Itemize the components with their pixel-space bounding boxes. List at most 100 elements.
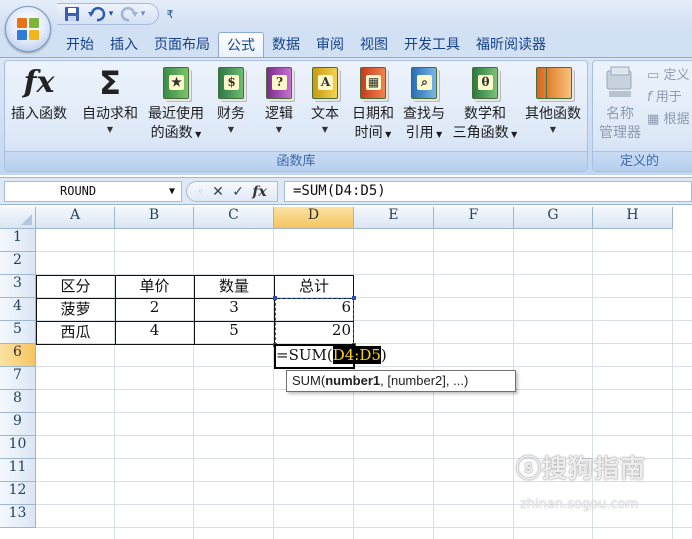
cell-edit-text[interactable]: =SUM(D4:D5) (276, 346, 387, 367)
lookup-reference-button[interactable]: ⌕ 查找与 引用 ▼ (399, 65, 449, 144)
row-header[interactable]: 9 (0, 413, 36, 436)
column-header[interactable]: A (36, 207, 115, 229)
column-header[interactable]: D (274, 207, 354, 229)
text-button[interactable]: A 文本 ▼ (303, 65, 347, 136)
cell-a4[interactable]: 菠萝 (36, 298, 115, 321)
select-all-button[interactable] (0, 207, 36, 229)
tab-4[interactable]: 公式 (218, 32, 264, 58)
ribbon-tabs: 开始 插入 页面布局 公式 数据 审阅 视图 开发工具 福昕阅读器 (58, 32, 554, 58)
edit-suffix: ) (380, 346, 387, 364)
formula-input[interactable]: =SUM(D4:D5) (284, 181, 692, 202)
cell-c3[interactable]: 数量 (194, 275, 274, 298)
marquee-handle[interactable] (352, 296, 356, 300)
tooltip-arg1[interactable]: number1 (325, 373, 380, 388)
cell-d3[interactable]: 总计 (274, 275, 354, 298)
row-header[interactable]: 7 (0, 367, 36, 390)
sigma-icon: Σ (99, 64, 121, 102)
column-header[interactable]: E (354, 207, 434, 229)
gridline (672, 229, 673, 539)
name-box[interactable]: ROUND ▼ (4, 181, 182, 202)
financial-button[interactable]: $ 财务 ▼ (209, 65, 253, 136)
autosum-button[interactable]: Σ 自动求和 ▼ (77, 65, 143, 136)
tab-8[interactable]: 开发工具 (396, 32, 468, 58)
tab-6[interactable]: 审阅 (308, 32, 352, 58)
defined-names-label: 定义的 (593, 151, 692, 171)
datetime-button[interactable]: ▦ 日期和 时间 ▼ (347, 65, 399, 144)
function-library-group: fx 插入函数 Σ 自动求和 ▼ ★ 最近使用 的函数 ▼ $ 财务 ▼ ? 逻… (4, 60, 588, 172)
math-trig-button[interactable]: θ 数学和 三角函数 ▼ (449, 65, 521, 144)
column-header[interactable]: F (434, 207, 514, 229)
row-header[interactable]: 6 (0, 344, 36, 367)
tab-7[interactable]: 视图 (352, 32, 396, 58)
name-manager-button[interactable]: 名称 管理器 (595, 65, 645, 143)
create-from-selection-button[interactable]: ▦ 根据 (647, 109, 689, 131)
cell-b3[interactable]: 单价 (115, 275, 194, 298)
cell-a5[interactable]: 西瓜 (36, 321, 115, 344)
insert-function-icon[interactable]: fx (252, 184, 266, 200)
edit-prefix: =SUM( (276, 346, 333, 364)
tooltip-rest: , [number2], ...) (380, 373, 469, 388)
more-functions-books-icon (536, 65, 572, 101)
gridline (36, 527, 692, 528)
fx-icon: fx (23, 65, 55, 100)
row-header[interactable]: 5 (0, 321, 36, 344)
cell-b5[interactable]: 4 (115, 321, 194, 344)
row-header[interactable]: 11 (0, 459, 36, 482)
undo-dropdown-icon[interactable]: ▾ (106, 4, 116, 24)
row-header[interactable]: 8 (0, 390, 36, 413)
tag-icon: ▭ (647, 68, 660, 83)
tab-1[interactable]: 开始 (58, 32, 102, 58)
define-name-button[interactable]: ▭ 定义 (647, 65, 689, 87)
lookup-book-icon: ⌕ (407, 65, 441, 101)
use-in-formula-button[interactable]: f 用于 (647, 87, 689, 109)
undo-icon[interactable] (87, 4, 107, 24)
tab-3[interactable]: 页面布局 (146, 32, 218, 58)
tab-2[interactable]: 插入 (102, 32, 146, 58)
fx-small-icon: f (647, 90, 652, 105)
gridline (36, 251, 692, 252)
function-library-label: 函数库 (5, 151, 587, 171)
row-header[interactable]: 10 (0, 436, 36, 459)
redo-icon[interactable] (119, 4, 139, 24)
row-header[interactable]: 2 (0, 252, 36, 275)
cell-a3[interactable]: 区分 (36, 275, 115, 298)
tab-5[interactable]: 数据 (264, 32, 308, 58)
cancel-icon[interactable]: ✕ (212, 184, 224, 200)
defined-names-group: 名称 管理器 ▭ 定义 f 用于 ▦ 根据 定义的 (592, 60, 692, 172)
formula-buttons: ◦ ✕ ✓ fx (186, 181, 278, 202)
worksheet-grid: A B C D E F G H 1 2 3 4 5 6 7 8 9 10 11 12 13 区分 单价 数量 总计 菠萝 2 3 6 西瓜… (0, 207, 692, 539)
customize-icon[interactable]: ₹ (163, 4, 177, 24)
column-header[interactable]: C (194, 207, 274, 229)
row-header[interactable]: 12 (0, 482, 36, 505)
insert-function-button[interactable]: fx 插入函数 (7, 65, 71, 124)
row-header[interactable]: 3 (0, 275, 36, 298)
text-book-icon: A (308, 65, 342, 101)
row-header[interactable]: 4 (0, 298, 36, 321)
cell-c4[interactable]: 3 (194, 298, 274, 321)
gridline (36, 435, 692, 436)
watermark-url: zhinan.sogou.com (520, 497, 639, 512)
logical-button[interactable]: ? 逻辑 ▼ (257, 65, 301, 136)
row-header[interactable]: 1 (0, 229, 36, 252)
cell-b4[interactable]: 2 (115, 298, 194, 321)
gridline (36, 412, 692, 413)
logical-book-icon: ? (262, 65, 296, 101)
defined-names-small-buttons: ▭ 定义 f 用于 ▦ 根据 (647, 65, 689, 131)
more-functions-button[interactable]: 其他函数 ▼ (521, 65, 585, 136)
marquee-handle[interactable] (273, 296, 277, 300)
office-button[interactable] (5, 6, 51, 52)
row-header[interactable]: 13 (0, 505, 36, 528)
tab-9[interactable]: 福昕阅读器 (468, 32, 554, 58)
column-header[interactable]: B (115, 207, 194, 229)
redo-dropdown-icon[interactable]: ▾ (138, 4, 148, 24)
save-icon[interactable] (63, 4, 81, 24)
column-header[interactable]: G (514, 207, 593, 229)
column-header[interactable]: H (593, 207, 673, 229)
financial-book-icon: $ (214, 65, 248, 101)
function-tooltip[interactable]: SUM(number1, [number2], ...) (286, 370, 516, 392)
chevron-down-icon[interactable]: ▼ (169, 182, 175, 201)
recent-functions-button[interactable]: ★ 最近使用 的函数 ▼ (143, 65, 209, 144)
enter-icon[interactable]: ✓ (232, 184, 244, 200)
gridline (592, 229, 593, 539)
cell-c5[interactable]: 5 (194, 321, 274, 344)
